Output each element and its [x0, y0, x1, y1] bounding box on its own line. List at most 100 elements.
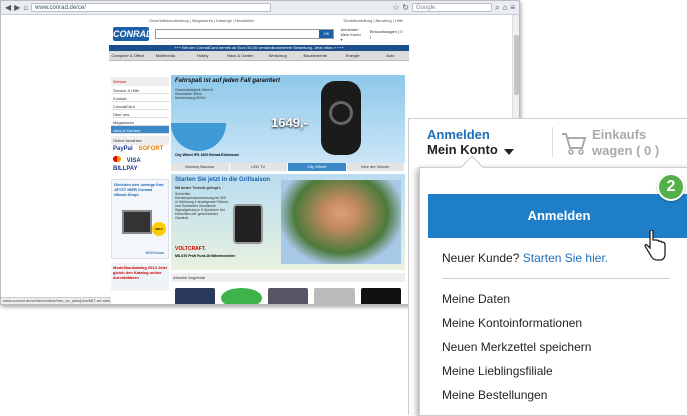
ebook-teaser[interactable]: Gleichen den -wenige Ihre JETZT HIER Con…	[111, 179, 169, 259]
paypal-logo: PayPal	[113, 146, 133, 152]
account-menu-trigger[interactable]: Anmelden Mein Konto	[427, 127, 514, 158]
tablet-image	[122, 210, 152, 234]
hero-price: 1649,-	[271, 115, 308, 130]
hero-title: Fahrspaß ist auf jeden Fall garantiert	[175, 78, 281, 84]
divider	[442, 278, 670, 279]
reload-icon[interactable]: ↻	[402, 3, 409, 12]
cart-label-line2: wagen ( 0 )	[592, 143, 660, 158]
mastercard-logo	[113, 156, 121, 162]
payment-logos-row1: PayPal SOFORT	[111, 145, 169, 155]
nav-multimedia[interactable]: Multimedia	[147, 51, 185, 60]
new-customer-row: Neuer Kunde? Starten Sie hier.	[442, 251, 608, 265]
hero-caption: City Wheel IPS 1500 Einrad-Elektrorad	[175, 153, 239, 157]
cart-label-line1: Einkaufs	[592, 127, 647, 142]
grill-family-image	[281, 180, 401, 264]
status-bar: www.conrad.de/ce/de/content/mrs_av_jobs/…	[1, 297, 111, 304]
ebook-link[interactable]: BMKMaas	[146, 250, 164, 255]
left-sidebar: Service Service & Hilfe Kontakt ConradCa…	[111, 75, 169, 291]
nav-computer-office[interactable]: Computer & Office	[109, 51, 147, 60]
search-icon[interactable]: ⌕	[495, 3, 499, 12]
sidebar-item-service[interactable]: Service & Hilfe	[111, 86, 169, 94]
browser-toolbar: ◀ ▶ ⌂ www.conrad.de/ce/ ☆ ↻ Google ⌕ ⌂ ≡	[1, 1, 519, 15]
katalog-teaser[interactable]: Modellbaukatalog 2014 Jetzt gleich den K…	[111, 263, 169, 291]
mini-account[interactable]: Anmelden Mein Konto ▾	[340, 27, 363, 42]
sidebar-item-megastores[interactable]: Megastores	[111, 118, 169, 126]
menu-item-kontoinformationen[interactable]: Meine Kontoinformationen	[442, 316, 591, 340]
site-header: CONRAD OK Anmelden Mein Konto ▾ Einkaufs…	[109, 23, 409, 45]
cart-button[interactable]: Einkaufs wagen ( 0 )	[552, 127, 659, 159]
register-link[interactable]: Starten Sie hier.	[523, 251, 608, 265]
site-search-button[interactable]: OK	[319, 30, 334, 38]
sofort-logo: SOFORT	[138, 146, 164, 152]
account-menu: Meine Daten Meine Kontoinformationen Neu…	[442, 292, 591, 412]
sidebar-item-jobs[interactable]: Jobs & Karriere	[111, 126, 169, 134]
menu-item-lieblingsfiliale[interactable]: Meine Lieblingsfiliale	[442, 364, 591, 388]
product-strip	[171, 282, 405, 304]
nav-auto[interactable]: Auto	[372, 51, 410, 60]
menu-icon[interactable]: ≡	[510, 3, 515, 12]
nav-haus-garten[interactable]: Haus & Garten	[222, 51, 260, 60]
home-icon[interactable]: ⌂	[502, 3, 507, 12]
chevron-down-icon	[503, 148, 514, 155]
top-links-left[interactable]: Geschäftskundenshop | Megastores | Katal…	[149, 18, 254, 23]
product-batteries[interactable]	[267, 288, 309, 304]
payment-logos-row2: VISA	[111, 155, 169, 165]
nav-bauelemente[interactable]: Bauelemente	[297, 51, 335, 60]
mein-konto-label[interactable]: Mein Konto	[427, 142, 498, 158]
product-clock[interactable]	[360, 288, 402, 304]
ebook-text: Gleichen den -wenige Ihre JETZT HIER Con…	[114, 182, 164, 197]
conrad-logo[interactable]: CONRAD	[113, 27, 153, 41]
voltcraft-logo: VOLTCRAFT.	[175, 246, 206, 252]
eggshell-image	[171, 123, 226, 151]
nav-energie[interactable]: Energie	[334, 51, 372, 60]
hand-cursor-icon	[644, 230, 666, 261]
star-icon[interactable]: ☆	[392, 3, 399, 12]
grill-description: Schnelles Kerntemperaturmessung bis 300 …	[175, 192, 229, 220]
scrollbar-thumb[interactable]	[514, 35, 519, 95]
back-arrow-icon[interactable]: ◀	[5, 3, 11, 12]
tab-city-wheel[interactable]: City Wheel	[288, 163, 347, 171]
grill-banner[interactable]: Starten Sie jetzt in die Grillsaison Mit…	[171, 174, 405, 270]
menu-item-merkzettel[interactable]: Neuen Merkzettel speichern	[442, 340, 591, 364]
divider	[552, 127, 553, 157]
browser-search-input[interactable]: Google	[412, 3, 492, 12]
sidebar-item-conradcard[interactable]: ConradCard	[111, 102, 169, 110]
thermometer-image	[233, 204, 263, 244]
tab-monkey-banana[interactable]: Monkey Banana	[171, 163, 230, 171]
product-green-wheel[interactable]	[221, 288, 262, 304]
sidebar-item-kontakt[interactable]: Kontakt	[111, 94, 169, 102]
mini-mein-konto[interactable]: Mein Konto ▾	[340, 32, 363, 42]
main-nav: Computer & Office Multimedia Hobby Haus …	[109, 51, 409, 61]
hero-banner[interactable]: Fahrspaß ist auf jeden Fall garantiert G…	[171, 75, 405, 163]
shopping-cart-icon	[562, 133, 587, 155]
nav-werkzeug[interactable]: Werkzeug	[259, 51, 297, 60]
forward-arrow-icon[interactable]: ▶	[14, 3, 20, 12]
menu-item-bestellungen[interactable]: Meine Bestellungen	[442, 388, 591, 412]
product-laptop[interactable]	[175, 288, 216, 304]
site-search[interactable]: OK	[155, 29, 335, 39]
city-wheel-hub	[329, 101, 353, 125]
top-links-right[interactable]: Direktbestellung | Beratung | Hilfe	[344, 18, 403, 23]
conrad-site: Geschäftskundenshop | Megastores | Katal…	[109, 15, 409, 304]
mini-cart[interactable]: Einkaufswagen ( 0 )	[370, 29, 405, 39]
dropdown-notch	[460, 155, 484, 179]
nav-hobby[interactable]: Hobby	[184, 51, 222, 60]
product-cable[interactable]	[314, 288, 355, 304]
zoom-callout: Anmelden Mein Konto Einkaufs wagen ( 0 )…	[408, 118, 687, 416]
new-customer-label: Neuer Kunde?	[442, 251, 520, 265]
address-bar[interactable]: www.conrad.de/ce/	[31, 3, 272, 12]
hero-tabs: Monkey Banana LED TV City Wheel Idee der…	[171, 163, 405, 171]
sidebar-item-ueber-uns[interactable]: Über uns	[111, 110, 169, 118]
cart-label[interactable]: Einkaufs wagen ( 0 )	[592, 127, 659, 159]
tab-idee-der-woche[interactable]: Idee der Woche	[346, 163, 405, 171]
home-icon[interactable]: ⌂	[23, 3, 28, 12]
hero-subtitle: Geschwindigkeit 16km/h Reichweite 40km N…	[175, 88, 213, 100]
grill-subtitle: Mit bester Technik gelingt's Schnelles K…	[175, 186, 229, 220]
top-links: Geschäftskundenshop | Megastores | Katal…	[109, 15, 409, 23]
aktuelle-angebote-heading: Aktuelle Angebote	[171, 273, 405, 282]
menu-item-meine-daten[interactable]: Meine Daten	[442, 292, 591, 316]
tab-led-tv[interactable]: LED TV	[229, 163, 288, 171]
online-bezahlen-heading: Online bezahlen	[111, 136, 169, 145]
billpay-logo: BILLPAY	[113, 166, 138, 172]
anmelden-label[interactable]: Anmelden	[427, 127, 514, 142]
